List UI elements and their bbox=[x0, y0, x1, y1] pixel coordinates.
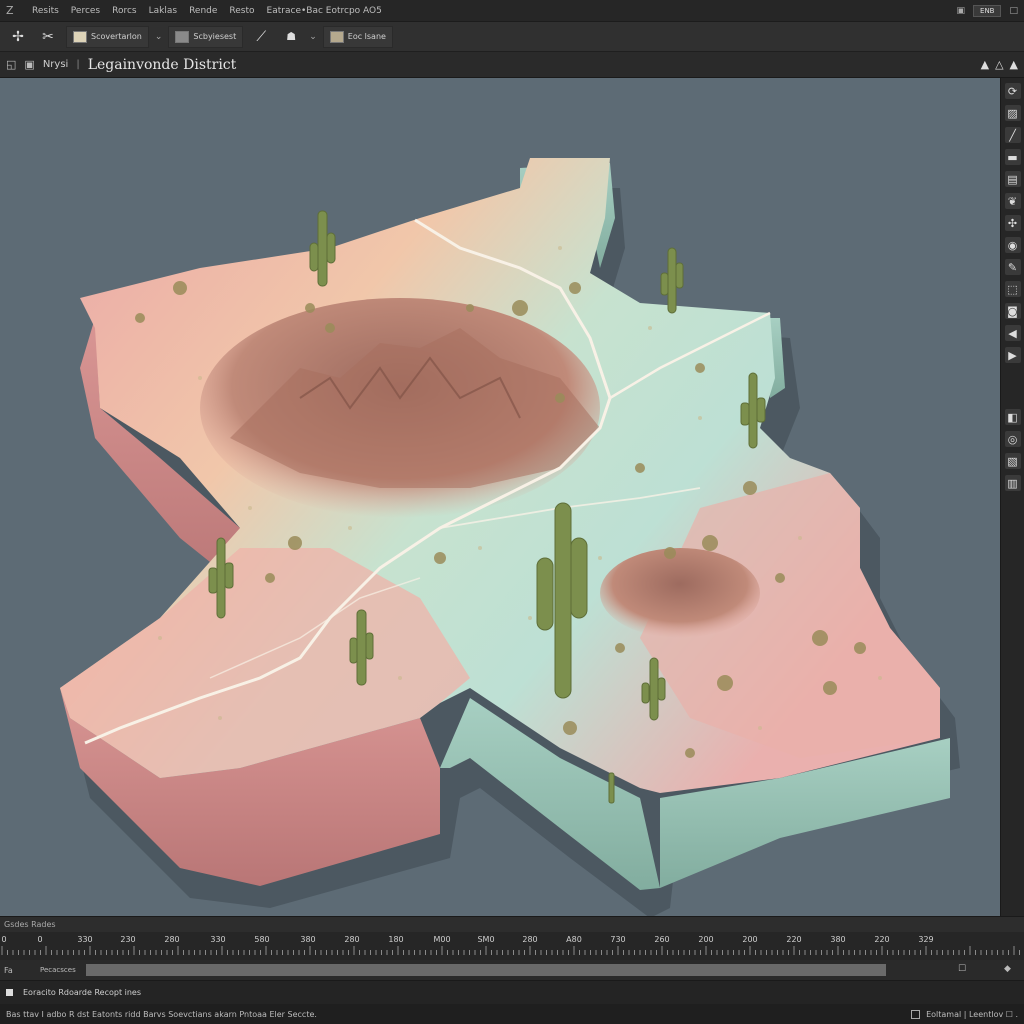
track-bar[interactable] bbox=[86, 964, 886, 976]
status-right: Eoltamal | Leentlov ☐ . bbox=[911, 1009, 1018, 1019]
menu-item-2[interactable]: Perces bbox=[71, 6, 100, 16]
ruler-label: M00 bbox=[433, 935, 451, 944]
lock-icon-2[interactable]: ◧ bbox=[1004, 409, 1021, 425]
ruler-label: 220 bbox=[786, 935, 802, 944]
save-icon[interactable]: ▣ bbox=[24, 58, 34, 71]
ruler-label: 329 bbox=[918, 935, 934, 944]
app-logo-icon[interactable]: Z bbox=[6, 4, 20, 17]
layer-style-dropdown[interactable]: Scovertarlon bbox=[66, 25, 149, 48]
status-checkbox[interactable] bbox=[911, 1009, 921, 1019]
status-bar-primary: Eoracito Rdoarde Recopt ines bbox=[0, 980, 1024, 1004]
share-icon[interactable]: ▲ bbox=[1010, 58, 1018, 71]
menu-item-3[interactable]: Rorcs bbox=[112, 6, 137, 16]
surface-thumbnail bbox=[175, 30, 190, 43]
tab-label[interactable]: Nrysi bbox=[43, 59, 69, 70]
menubar: Z Resits Perces Rorcs Laklas Rende Resto… bbox=[0, 0, 1024, 22]
tab-right-controls: ▲ △ ▲ bbox=[981, 58, 1018, 71]
window-restore-button[interactable]: ▣ bbox=[957, 6, 966, 16]
ruler-label: 380 bbox=[300, 935, 316, 944]
scale-thumbnail bbox=[329, 30, 344, 43]
surface-label: Scbyiesest bbox=[193, 32, 237, 41]
track-tag: Fa bbox=[4, 965, 13, 975]
camera-icon[interactable]: ◙ bbox=[1004, 303, 1021, 319]
shape-icon[interactable]: ⬚ bbox=[1004, 281, 1021, 297]
node-tool-icon[interactable]: ✢ bbox=[6, 26, 30, 48]
ruler-label: 220 bbox=[874, 935, 890, 944]
ruler-label: 280 bbox=[344, 935, 360, 944]
ruler-label: 200 bbox=[742, 935, 758, 944]
lock-icon[interactable]: ▲ bbox=[981, 58, 989, 71]
window-close-button[interactable]: □ bbox=[1009, 6, 1018, 16]
line-icon[interactable]: ╱ bbox=[1004, 127, 1021, 143]
ruler-label: 180 bbox=[388, 935, 404, 944]
tab-separator: | bbox=[76, 59, 80, 70]
small-mountain bbox=[600, 548, 760, 638]
map-icon[interactable]: ☗ bbox=[279, 26, 303, 48]
scissor-tool-icon[interactable]: ✂ bbox=[36, 26, 60, 48]
stack-icon[interactable]: ▥ bbox=[1004, 475, 1021, 491]
ruler-label: 730 bbox=[610, 935, 626, 944]
right-tool-strip: ⟳ ▨ ╱ ▬ ▤ ❦ ✣ ◉ ✎ ⬚ ◙ ◀ ▶ ◧ ◎ ▧ ▥ bbox=[1000, 78, 1024, 916]
refresh-icon[interactable]: ⟳ bbox=[1004, 83, 1021, 99]
new-doc-icon[interactable]: ◱ bbox=[6, 58, 16, 71]
ruler-label: 0 bbox=[37, 935, 43, 944]
menu-item-5[interactable]: Rende bbox=[189, 6, 217, 16]
status-text: Eoracito Rdoarde Recopt ines bbox=[23, 988, 142, 997]
layer-style-label: Scovertarlon bbox=[91, 32, 142, 41]
ruler-ticks bbox=[1, 946, 1020, 955]
layer-thumbnail bbox=[73, 30, 87, 43]
ruler-label: 330 bbox=[210, 935, 226, 944]
play-left-icon[interactable]: ◀ bbox=[1004, 325, 1021, 341]
ruler-label: SM0 bbox=[477, 935, 495, 944]
brush-icon[interactable]: ▨ bbox=[1004, 105, 1021, 121]
ruler-label: 330 bbox=[77, 935, 93, 944]
play-icon[interactable]: ▶ bbox=[1004, 347, 1021, 363]
window-mode-button[interactable]: ENB bbox=[973, 4, 1002, 17]
terrain-map bbox=[60, 158, 960, 916]
pencil-icon[interactable]: ✎ bbox=[1004, 259, 1021, 275]
layer-icon[interactable]: ▤ bbox=[1004, 171, 1021, 187]
status-bar-secondary: Bas ttav I adbo R dst Eatonts ridd Barvs… bbox=[0, 1004, 1024, 1024]
timeline-header: Gsdes Rades bbox=[0, 916, 1024, 932]
chevron-down-icon-2[interactable]: ⌄ bbox=[309, 32, 317, 42]
ruler-label: 380 bbox=[830, 935, 846, 944]
status-right-text: Eoltamal | Leentlov ☐ . bbox=[926, 1009, 1018, 1019]
scale-dropdown[interactable]: Eoc lsane bbox=[322, 25, 393, 48]
pen-tool-icon[interactable]: ⟋ bbox=[249, 26, 273, 48]
track-name: Pecacsces bbox=[40, 966, 76, 974]
status-square-icon bbox=[6, 989, 13, 996]
toolbar: ✢ ✂ Scovertarlon ⌄ Scbyiesest ⟋ ☗ ⌄ Eoc … bbox=[0, 22, 1024, 52]
target-icon[interactable]: ◎ bbox=[1004, 431, 1021, 447]
ruler-label: 280 bbox=[522, 935, 538, 944]
menu-item-4[interactable]: Laklas bbox=[149, 6, 177, 16]
status-info-text: Bas ttav I adbo R dst Eatonts ridd Barvs… bbox=[6, 1009, 317, 1019]
menu-item-6[interactable]: Resto bbox=[229, 6, 254, 16]
track-end-icon[interactable]: ☐ bbox=[958, 964, 966, 974]
map-viewport[interactable] bbox=[0, 78, 1000, 916]
timeline-ruler[interactable]: 0 0 330 230 280 330 580 380 280 180 M00 … bbox=[0, 932, 1024, 960]
ruler-label: 280 bbox=[164, 935, 180, 944]
chevron-down-icon[interactable]: ⌄ bbox=[155, 32, 163, 42]
document-title: Legainvonde District bbox=[87, 56, 237, 73]
ruler-label: 230 bbox=[120, 935, 136, 944]
surface-dropdown[interactable]: Scbyiesest bbox=[168, 25, 244, 48]
scale-label: Eoc lsane bbox=[347, 32, 386, 41]
leaf-icon[interactable]: ❦ bbox=[1004, 193, 1021, 209]
ruler-label: 580 bbox=[254, 935, 270, 944]
gear-icon[interactable]: ✣ bbox=[1004, 215, 1021, 231]
menu-item-7[interactable]: Eatrace•Bac Eotrcpo AO5 bbox=[267, 6, 382, 16]
keyframe-icon[interactable]: ◆ bbox=[1004, 964, 1011, 974]
document-tab-bar: ◱ ▣ Nrysi | Legainvonde District ▲ △ ▲ bbox=[0, 52, 1024, 78]
eye-icon[interactable]: ◉ bbox=[1004, 237, 1021, 253]
ruler-label: 0 bbox=[1, 935, 7, 944]
square-icon[interactable]: ▬ bbox=[1004, 149, 1021, 165]
window-controls: ▣ ENB □ bbox=[957, 4, 1018, 17]
menu-item-1[interactable]: Resits bbox=[32, 6, 59, 16]
pattern-icon[interactable]: ▧ bbox=[1004, 453, 1021, 469]
ruler-label: A80 bbox=[566, 935, 582, 944]
timeline-track[interactable]: Fa Pecacsces ☐ ◆ bbox=[0, 960, 1024, 980]
ruler-label: 200 bbox=[698, 935, 714, 944]
export-icon[interactable]: △ bbox=[995, 58, 1003, 71]
ruler-label: 260 bbox=[654, 935, 670, 944]
